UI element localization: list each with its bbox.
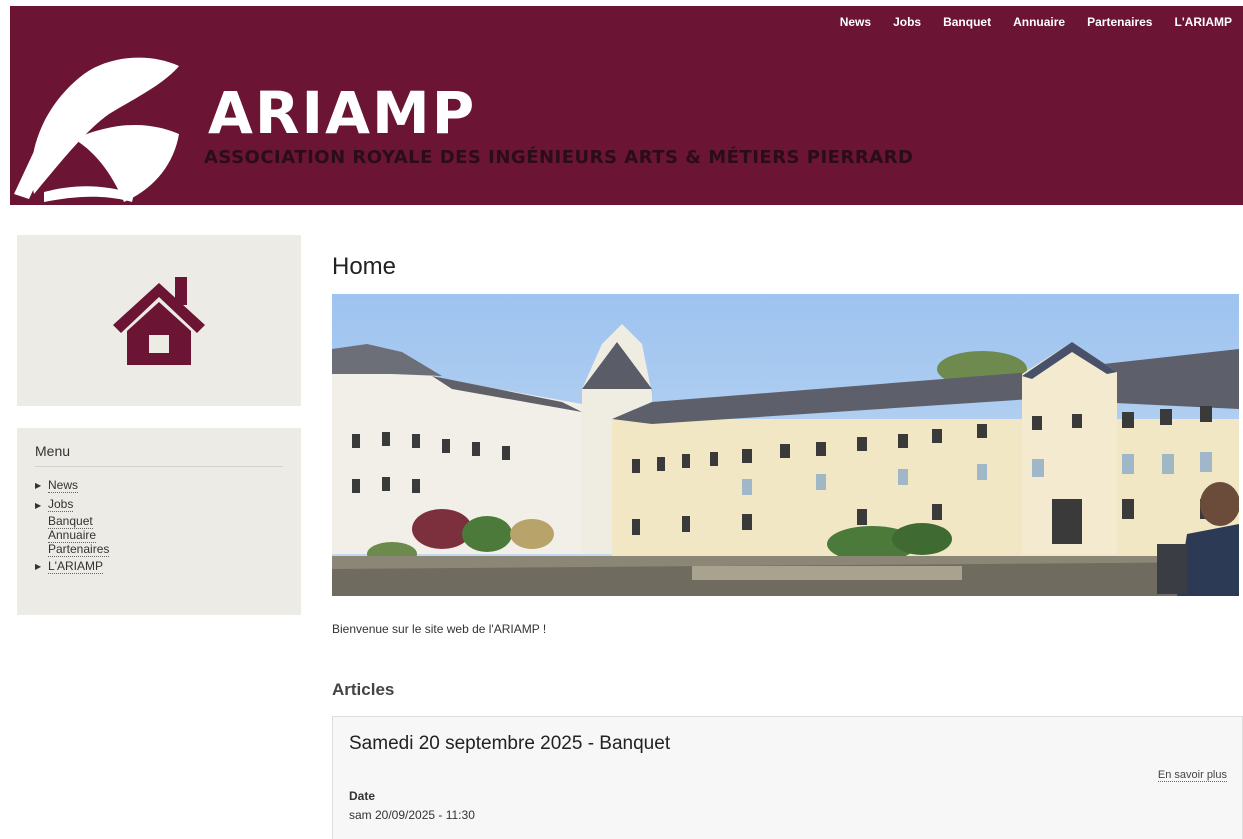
menu-link[interactable]: News [48,478,79,493]
welcome-text: Bienvenue sur le site web de l'ARIAMP ! [332,622,547,636]
nav-partenaires[interactable]: Partenaires [1076,12,1163,32]
site-header: News Jobs Banquet Annuaire Partenaires L… [10,6,1243,205]
menu-list: ▶ News ▶ Jobs Banquet Annuaire Partenaires… [35,476,283,577]
house-icon [113,276,205,365]
menu-link[interactable]: Jobs [48,498,74,513]
menu-link[interactable]: Banquet [48,515,93,529]
menu-link[interactable]: Annuaire [48,529,97,543]
menu-item-partenaires[interactable]: Partenaires [35,543,283,557]
expand-arrow-icon: ▶ [35,562,42,571]
expand-arrow-icon: ▶ [35,500,42,510]
nav-annuaire[interactable]: Annuaire [1002,12,1076,32]
hero-building-image [332,294,1239,596]
menu-item-lariamp[interactable]: ▶ L'ARIAMP [35,557,283,577]
top-navigation: News Jobs Banquet Annuaire Partenaires L… [829,12,1243,32]
expand-arrow-icon: ▶ [35,481,42,490]
read-more-link[interactable]: En savoir plus [1157,769,1227,782]
nav-lariamp[interactable]: L'ARIAMP [1163,12,1243,32]
nav-news[interactable]: News [829,12,882,32]
logo-wordmark: ARIAMP [208,79,477,147]
date-label: Date [349,789,376,803]
logo-icon[interactable] [14,44,194,204]
menu-link[interactable]: Partenaires [48,543,110,557]
logo-tagline: ASSOCIATION ROYALE DES INGÉNIEURS ARTS &… [204,147,914,168]
article-card: Samedi 20 septembre 2025 - Banquet En sa… [332,716,1243,839]
home-icon-block[interactable] [17,235,301,406]
menu-item-jobs[interactable]: ▶ Jobs [35,496,283,516]
nav-jobs[interactable]: Jobs [882,12,932,32]
menu-item-banquet[interactable]: Banquet [35,515,283,529]
date-value: sam 20/09/2025 - 11:30 [349,808,475,822]
page-title: Home [332,253,397,280]
articles-heading: Articles [332,680,395,699]
article-title[interactable]: Samedi 20 septembre 2025 - Banquet [349,733,670,755]
menu-item-annuaire[interactable]: Annuaire [35,529,283,543]
nav-banquet[interactable]: Banquet [932,12,1002,32]
menu-link[interactable]: L'ARIAMP [48,559,103,574]
menu-item-news[interactable]: ▶ News [35,476,283,496]
menu-title: Menu [35,443,283,467]
sidebar-menu: Menu ▶ News ▶ Jobs Banquet Annuaire Parten… [17,428,301,615]
